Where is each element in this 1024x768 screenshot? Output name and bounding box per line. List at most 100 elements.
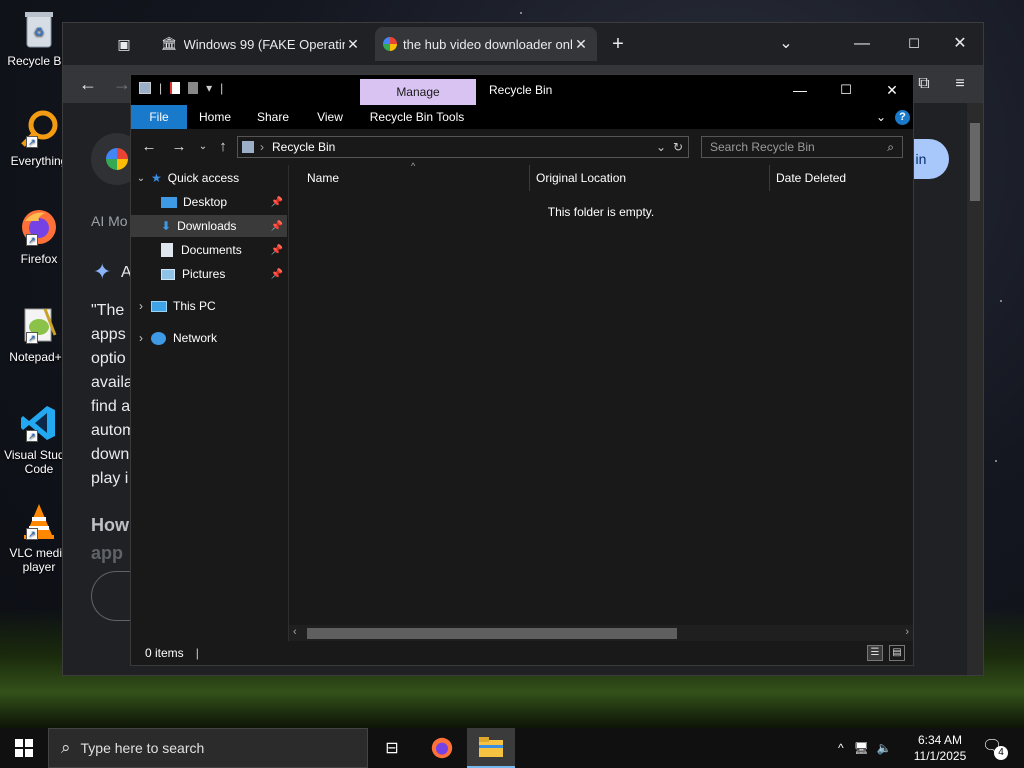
breadcrumb-recycle-bin[interactable]: Recycle Bin [272, 140, 335, 154]
taskbar-search-box[interactable]: ⌕ Type here to search [48, 728, 368, 768]
search-box[interactable]: Search Recycle Bin ⌕ [701, 136, 903, 158]
media-controls-icon[interactable]: ≡ [947, 71, 973, 97]
ribbon-tab-file[interactable]: File [131, 105, 187, 129]
new-tab-plus-icon[interactable]: + [605, 31, 631, 57]
nav-item-pictures[interactable]: Pictures 📌 [131, 263, 287, 285]
scrollbar-thumb[interactable] [307, 628, 677, 639]
nav-item-documents[interactable]: Documents 📌 [131, 239, 287, 261]
expand-chevron-icon[interactable]: › [131, 299, 151, 313]
expand-chevron-icon[interactable]: › [131, 331, 151, 345]
shortcut-arrow-icon: ↗ [26, 234, 38, 246]
search-input[interactable]: Search Recycle Bin [710, 140, 815, 154]
minimize-icon[interactable]: — [777, 75, 823, 105]
help-icon[interactable]: ? [895, 110, 910, 125]
browser-tabstrip: ▣ 🏛 Windows 99 (FAKE Operating Sy ✕ the … [63, 23, 983, 65]
tab-title: the hub video downloader onlin [403, 36, 573, 52]
back-arrow-icon[interactable]: ← [139, 137, 159, 157]
browser-maximize-icon[interactable]: ☐ [891, 31, 937, 57]
ribbon-tabs: File Home Share View Recycle Bin Tools ⌄… [131, 105, 913, 129]
properties-icon[interactable] [170, 82, 181, 94]
close-icon[interactable]: ✕ [869, 75, 915, 105]
taskbar-file-explorer-icon[interactable] [467, 728, 515, 768]
qat-dropdown-icon[interactable]: ▾ [206, 81, 212, 95]
refresh-icon[interactable]: ↻ [673, 140, 683, 154]
ribbon-expand-chevron-icon[interactable]: ⌄ [871, 105, 891, 129]
scrollbar-thumb[interactable] [970, 123, 980, 201]
explorer-window: | ▾ | Manage Recycle Bin — ☐ ✕ File Home… [130, 74, 914, 666]
taskbar-search-input[interactable]: Type here to search [81, 740, 205, 756]
nav-item-quick-access[interactable]: ⌄ ★ Quick access [131, 167, 287, 189]
forward-arrow-icon[interactable]: → [169, 137, 189, 157]
expand-chevron-icon[interactable]: ⌄ [131, 173, 151, 184]
tab-close-icon[interactable]: ✕ [573, 36, 589, 53]
browser-tab-windows99[interactable]: 🏛 Windows 99 (FAKE Operating Sy ✕ [153, 27, 369, 61]
maximize-icon[interactable]: ☐ [823, 75, 869, 105]
paragraph-line: availa [91, 374, 133, 391]
browser-close-icon[interactable]: ✕ [937, 31, 983, 57]
volume-muted-icon[interactable]: 🔈 [877, 741, 892, 755]
column-header-original-location[interactable]: Original Location [530, 165, 770, 191]
scroll-right-icon[interactable]: › [905, 626, 909, 638]
section-heading-2: app [91, 543, 124, 563]
sign-in-label: in [915, 151, 927, 167]
new-folder-icon[interactable] [188, 82, 199, 94]
shortcut-arrow-icon: ↗ [26, 430, 38, 442]
file-list: ^ Name Original Location Date Deleted Th… [289, 161, 914, 641]
large-icons-view-icon[interactable]: ▤ [889, 645, 905, 661]
nav-label: Pictures [182, 267, 226, 281]
nav-item-this-pc[interactable]: › This PC [131, 295, 287, 317]
taskbar-clock[interactable]: 6:34 AM 11/1/2025 [910, 732, 970, 764]
tab-search-icon[interactable]: ▣ [111, 31, 137, 57]
column-header-date-deleted[interactable]: Date Deleted [770, 165, 914, 191]
paragraph-line: play i [91, 470, 129, 487]
star-icon: ★ [151, 171, 162, 185]
taskbar-firefox-icon[interactable] [418, 728, 466, 768]
show-hidden-icons-chevron-icon[interactable]: ^ [838, 741, 844, 755]
ribbon-tab-recycle-bin-tools[interactable]: Recycle Bin Tools [363, 105, 471, 129]
paragraph-line: find a [91, 398, 131, 415]
paragraph-line: apps [91, 326, 126, 343]
address-dropdown-icon[interactable]: ⌄ [656, 140, 666, 154]
answer-paragraph: "The apps optio availa find a autom down… [91, 299, 135, 491]
nav-item-network[interactable]: › Network [131, 327, 287, 349]
recent-locations-chevron-icon[interactable]: ⌄ [193, 137, 213, 157]
browser-scrollbar[interactable] [967, 103, 983, 675]
navigation-pane: ⌄ ★ Quick access Desktop 📌 ⬇ Downloads 📌… [131, 165, 289, 641]
address-bar[interactable]: › Recycle Bin ⌄ ↻ [237, 136, 689, 158]
horizontal-scrollbar[interactable]: ‹ › [289, 625, 913, 641]
tab-list-chevron-icon[interactable]: ⌄ [763, 31, 809, 57]
start-windows-icon[interactable] [0, 728, 48, 768]
up-arrow-icon[interactable]: ↑ [213, 137, 233, 157]
tab-close-icon[interactable]: ✕ [345, 36, 361, 53]
separator: | [159, 81, 163, 95]
nav-item-desktop[interactable]: Desktop 📌 [131, 191, 287, 213]
ribbon-tab-home[interactable]: Home [191, 105, 239, 129]
clock-date: 11/1/2025 [913, 749, 967, 763]
pin-icon: 📌 [270, 244, 283, 256]
empty-folder-message: This folder is empty. [547, 205, 655, 219]
ribbon-tab-share[interactable]: Share [249, 105, 297, 129]
status-bar: 0 items | ☰ ▤ [131, 641, 913, 665]
browser-minimize-icon[interactable]: — [839, 31, 885, 57]
browser-tab-hub[interactable]: the hub video downloader onlin ✕ [375, 27, 597, 61]
nav-item-downloads[interactable]: ⬇ Downloads 📌 [131, 215, 287, 237]
star [520, 12, 522, 14]
notification-badge: 4 [994, 746, 1008, 760]
network-icon [151, 331, 166, 345]
recycle-bin-small-icon [242, 141, 254, 153]
scroll-left-icon[interactable]: ‹ [293, 626, 297, 638]
ai-mode-label[interactable]: AI Mo [91, 209, 128, 233]
network-status-icon[interactable]: 🖥 [854, 741, 869, 755]
system-tray: ^ 🖥 🔈 [838, 728, 892, 768]
task-view-icon[interactable]: ⊟ [368, 728, 416, 768]
column-header-name[interactable]: Name [301, 165, 530, 191]
nav-label: This PC [173, 299, 216, 313]
ribbon-tab-manage[interactable]: Manage [360, 79, 476, 105]
back-arrow-icon[interactable]: ← [75, 71, 101, 97]
nav-label: Downloads [177, 219, 237, 233]
nav-label: Network [173, 331, 218, 345]
status-separator: | [195, 646, 199, 660]
details-view-icon[interactable]: ☰ [867, 645, 883, 661]
ribbon-tab-view[interactable]: View [307, 105, 353, 129]
notification-center-icon[interactable]: 🗨 4 [982, 736, 1008, 760]
